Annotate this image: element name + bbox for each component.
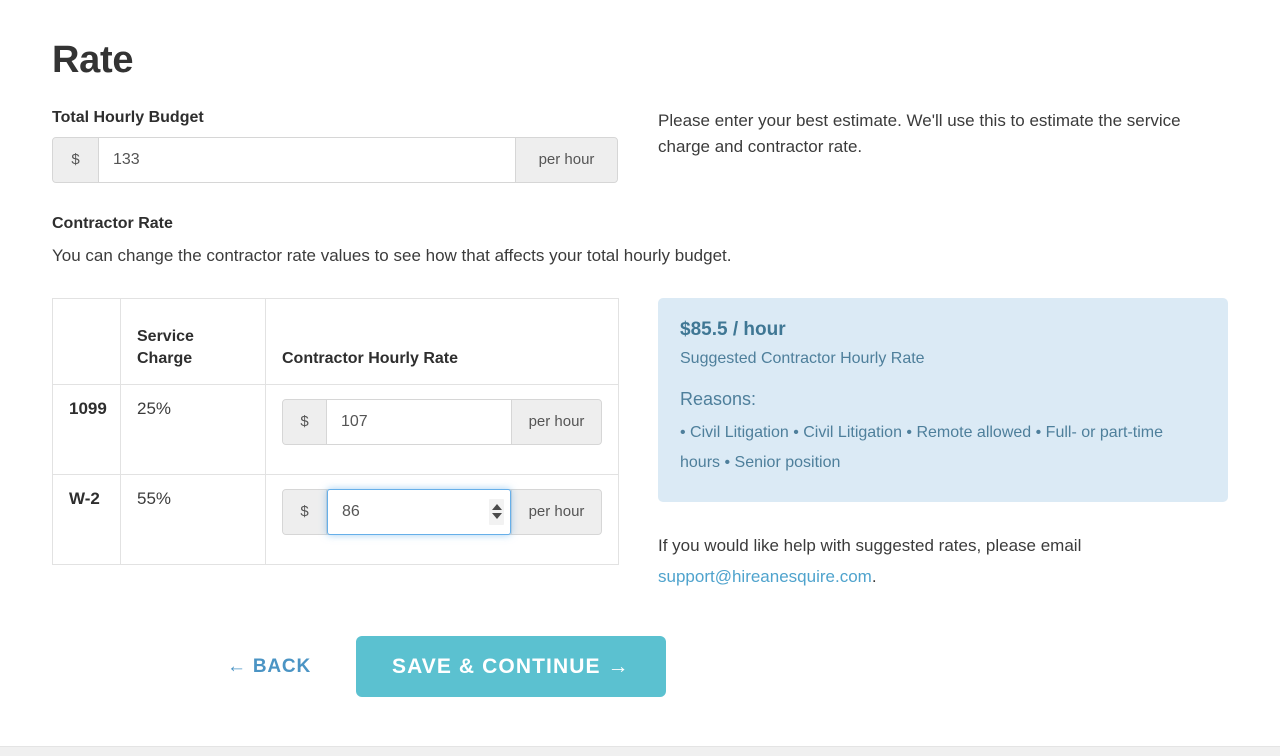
support-email-link[interactable]: support@hireanesquire.com	[658, 567, 872, 586]
column-header-type	[52, 297, 121, 385]
form-actions: ← BACK SAVE & CONTINUE →	[52, 636, 1228, 698]
column-header-service-charge: Service Charge	[120, 297, 266, 385]
number-stepper-icon[interactable]	[489, 498, 504, 525]
page-content: Rate Total Hourly Budget $ per hour Plea…	[0, 0, 1280, 698]
suggestion-column: $85.5 / hour Suggested Contractor Hourly…	[658, 297, 1228, 593]
row-rate-cell-w2: $ per hour	[265, 473, 619, 565]
budget-helper-text: Please enter your best estimate. We'll u…	[658, 110, 1181, 157]
row-service-charge-1099: 25%	[120, 383, 266, 475]
stepper-up-icon[interactable]	[491, 504, 502, 511]
per-hour-label: per hour	[515, 137, 617, 182]
dollar-sign-icon: $	[283, 489, 327, 534]
per-hour-label: per hour	[511, 399, 601, 444]
contractor-rate-description: You can change the contractor rate value…	[52, 246, 732, 266]
budget-section: Total Hourly Budget $ per hour Please en…	[52, 108, 1228, 183]
contractor-rate-input-w2[interactable]	[328, 502, 510, 521]
suggested-rate-value: $85.5 / hour	[680, 318, 786, 340]
bottom-bar	[0, 746, 1280, 756]
rate-table-column: Service Charge Contractor Hourly Rate 10…	[52, 270, 620, 565]
budget-helper-column: Please enter your best estimate. We'll u…	[658, 108, 1228, 161]
dollar-sign-icon: $	[283, 399, 327, 444]
reasons-text: • Civil Litigation • Civil Litigation • …	[680, 423, 1164, 471]
suggested-rate-subtitle: Suggested Contractor Hourly Rate	[680, 350, 925, 368]
rate-page: Rate Total Hourly Budget $ per hour Plea…	[0, 0, 1280, 756]
row-rate-cell-1099: $ per hour	[265, 383, 619, 475]
contractor-rate-input-group-w2[interactable]: $ per hour	[282, 488, 602, 535]
contractor-rate-table: Service Charge Contractor Hourly Rate 10…	[52, 297, 619, 565]
budget-field-column: Total Hourly Budget $ per hour	[52, 108, 620, 183]
per-hour-label: per hour	[511, 489, 601, 534]
dollar-sign-icon: $	[53, 137, 99, 182]
row-type-w2: W-2	[52, 473, 121, 565]
support-text-before: If you would like help with suggested ra…	[658, 536, 1082, 556]
row-type-1099: 1099	[52, 383, 121, 475]
table-row: 1099 25% $ per hour	[52, 383, 619, 475]
contractor-rate-input-group-1099[interactable]: $ per hour	[282, 398, 602, 445]
reasons-label: Reasons:	[680, 389, 757, 410]
table-body: 1099 25% $ per hour	[52, 383, 619, 565]
support-text-after: .	[871, 566, 877, 586]
save-and-continue-button[interactable]: SAVE & CONTINUE →	[355, 636, 666, 698]
column-header-contractor-hourly-rate: Contractor Hourly Rate	[265, 297, 619, 385]
page-title: Rate	[52, 39, 134, 81]
total-hourly-budget-label: Total Hourly Budget	[52, 108, 204, 126]
stepper-down-icon[interactable]	[491, 513, 502, 520]
rate-input-wrap-w2	[327, 488, 511, 535]
contractor-rate-input-1099[interactable]	[327, 412, 511, 431]
table-header-row: Service Charge Contractor Hourly Rate	[52, 297, 619, 385]
suggested-rate-info-box: $85.5 / hour Suggested Contractor Hourly…	[658, 297, 1228, 503]
support-paragraph: If you would like help with suggested ra…	[658, 531, 1228, 592]
row-service-charge-w2: 55%	[120, 473, 266, 565]
total-hourly-budget-input-group[interactable]: $ per hour	[52, 136, 618, 183]
contractor-rate-label: Contractor Rate	[52, 214, 173, 232]
table-row: W-2 55% $ 86 per hour	[52, 473, 619, 565]
rate-input-wrap-1099	[327, 399, 511, 444]
back-button[interactable]: ← BACK	[227, 656, 311, 678]
table-head: Service Charge Contractor Hourly Rate	[52, 297, 619, 385]
total-hourly-budget-input[interactable]	[99, 137, 515, 182]
contractor-rate-heading-block: Contractor Rate You can change the contr…	[52, 214, 1228, 270]
contractor-rate-section: Service Charge Contractor Hourly Rate 10…	[52, 270, 1228, 593]
